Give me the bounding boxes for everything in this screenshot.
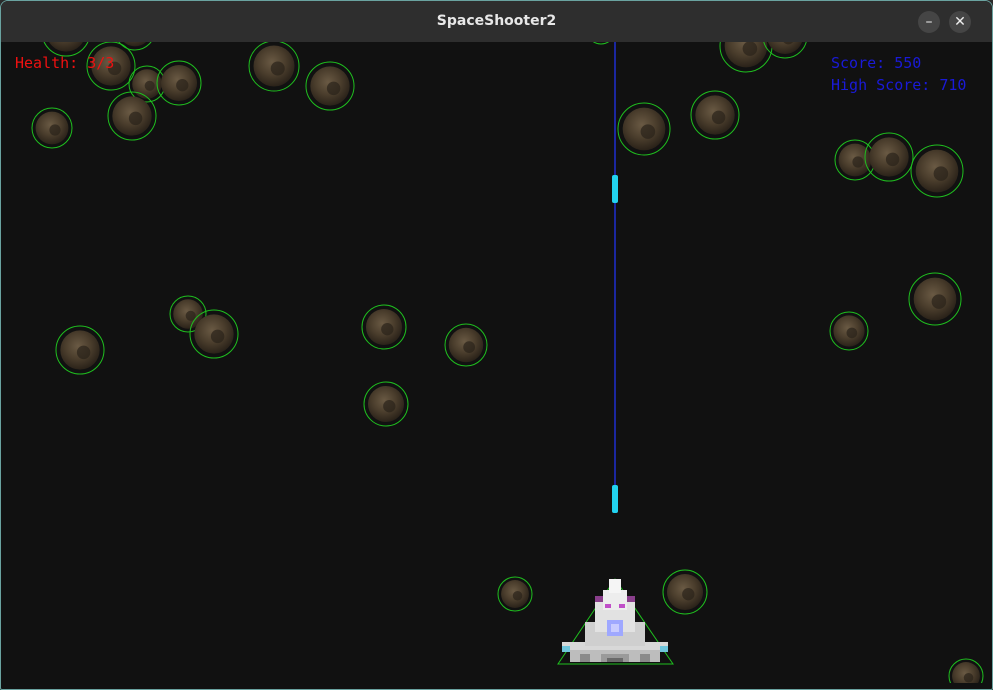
asteroid [55,325,105,375]
asteroid-crater [76,345,91,360]
asteroid-crater [933,166,949,181]
game-window: SpaceShooter2 – ✕ Health: 3/3 Score: 550… [0,0,993,690]
asteroid [248,42,300,92]
asteroid [864,132,914,182]
minimize-button[interactable]: – [918,11,940,33]
asteroid [948,658,984,683]
asteroid [305,61,355,111]
asteroid [834,139,876,181]
asteroid-field [31,42,984,683]
close-button[interactable]: ✕ [949,11,971,33]
asteroid [361,304,407,350]
asteroid [107,91,157,141]
asteroid [910,144,964,198]
asteroid-crater [931,294,947,309]
health-display: Health: 3/3 [15,54,115,72]
asteroid-crater [885,152,900,167]
asteroid-crater [326,81,341,96]
asteroid-crater [144,80,155,91]
asteroid [444,323,488,367]
asteroid [829,311,869,351]
asteroid-crater [49,124,61,136]
asteroid-crater [128,111,143,126]
high-score-display: High Score: 710 [831,76,967,94]
score-display: Score: 550 [831,54,922,72]
asteroid-crater [742,42,758,56]
asteroid-crater [640,124,656,139]
asteroid [763,42,807,59]
window-title: SpaceShooter2 [436,13,557,29]
title-bar[interactable]: SpaceShooter2 – ✕ [1,1,992,42]
player-spaceship [557,578,674,665]
asteroid-crater [463,341,476,353]
asteroid-crater [210,329,225,344]
asteroid-sprite [49,42,83,52]
game-scene [31,42,984,683]
asteroid [497,576,533,612]
laser-bolt [612,175,618,203]
asteroid-crater [176,79,189,92]
laser-bolt [612,485,618,513]
asteroid [156,60,202,106]
asteroid-crater [963,672,974,683]
asteroid-crater [270,61,285,76]
asteroid-crater [512,590,523,601]
asteroid-crater [852,156,864,168]
asteroid-sprite [767,42,803,55]
asteroid [189,309,239,359]
asteroid-crater [185,310,196,321]
asteroid-hitbox [592,42,610,45]
asteroid [617,102,671,156]
asteroid [690,90,740,140]
asteroid [592,42,610,45]
asteroid [662,569,708,615]
asteroid-crater [846,327,858,339]
asteroid-crater [682,588,695,601]
asteroid [31,107,73,149]
asteroid [719,42,773,73]
asteroid-crater [381,323,394,336]
asteroid [118,42,152,51]
close-icon: ✕ [954,14,966,30]
asteroid-crater [711,110,726,125]
game-canvas[interactable]: Health: 3/3 Score: 550 High Score: 710 [5,42,988,683]
asteroid [908,272,962,326]
minimize-icon: – [925,14,933,30]
asteroid [363,381,409,427]
asteroid-crater [383,400,396,413]
